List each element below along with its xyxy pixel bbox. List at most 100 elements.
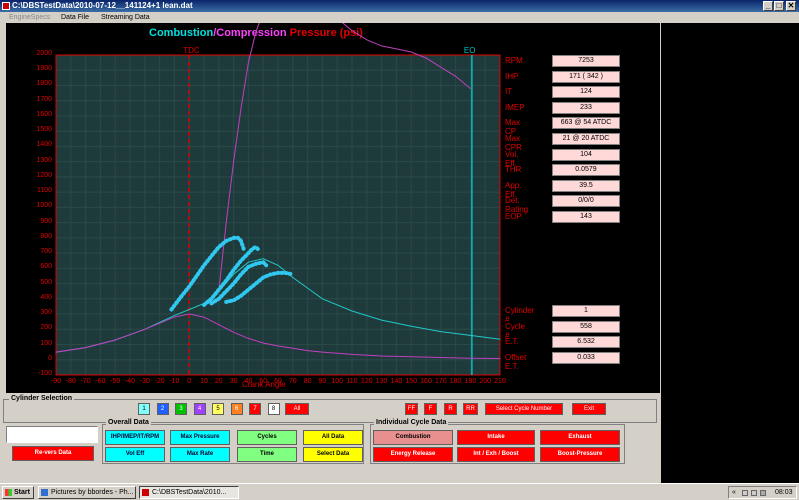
cylinder-2-button[interactable]: 2 [156, 403, 169, 415]
boost-pressure-button[interactable]: Boost-Pressure [540, 447, 620, 462]
max-rate-button[interactable]: Max Rate [170, 447, 230, 462]
taskbar-item-label: C:\DBSTestData\2010... [152, 489, 227, 496]
y-tick-label: 1100 [36, 187, 52, 195]
all-data-button[interactable]: All Data [303, 430, 363, 445]
readout-top-value: 171 ( 342 ) [552, 70, 620, 83]
browser-icon [41, 489, 48, 496]
max-pressure-button[interactable]: Max Pressure [170, 430, 230, 445]
menu-data-file[interactable]: Data File [61, 12, 89, 23]
select-cycle-number-button[interactable]: Select Cycle Number [485, 403, 563, 415]
tray-expand-icon[interactable]: « [732, 487, 736, 498]
select-data-button[interactable]: Select Data [303, 447, 363, 462]
time-button[interactable]: Time [237, 447, 297, 462]
maximize-button[interactable]: □ [774, 1, 784, 11]
y-tick-label: 1500 [36, 126, 52, 134]
x-tick-label: 170 [434, 378, 447, 385]
cycles-button[interactable]: Cycles [237, 430, 297, 445]
menu-bar: EngineSpecs Data File Streaming Data [0, 12, 799, 23]
x-tick-label: -70 [80, 378, 91, 385]
y-tick-label: 1800 [36, 80, 52, 88]
readout-top-value: 21 @ 20 ATDC [552, 133, 620, 145]
y-tick-label: 1000 [36, 202, 52, 210]
y-tick-label: 1600 [36, 110, 52, 118]
x-tick-label: 90 [318, 378, 327, 385]
x-tick-label: -10 [169, 378, 180, 385]
y-tick-label: 100 [40, 339, 52, 347]
cylinder-3-button[interactable]: 3 [175, 403, 187, 415]
exhaust-button[interactable]: Exhaust [540, 430, 620, 445]
readout-top-label: IT [505, 87, 513, 97]
app-icon [2, 2, 10, 10]
x-tick-label: -90 [50, 378, 62, 385]
x-tick-label: 10 [200, 378, 208, 385]
x-tick-label: 160 [420, 378, 432, 385]
reverse-button[interactable]: R [444, 403, 457, 415]
intake-button[interactable]: Intake [457, 430, 535, 445]
x-tick-label: 180 [449, 378, 462, 385]
cylinder-8-button[interactable]: 8 [267, 403, 280, 415]
network-icon[interactable] [742, 490, 748, 496]
y-tick-label: 900 [40, 217, 52, 225]
window-title: C:\DBSTestData\2010-07-12__141124+1 lean… [12, 1, 193, 10]
ihp-imep-it-rpm-button[interactable]: IHP/IMEP/IT/RPM [105, 430, 165, 445]
energy-release-button[interactable]: Energy Release [373, 447, 453, 462]
cylinder-4-button[interactable]: 4 [193, 403, 206, 415]
menu-streaming-data[interactable]: Streaming Data [101, 12, 150, 23]
x-tick-label: 190 [464, 378, 477, 385]
volume-icon[interactable] [751, 490, 757, 496]
taskbar-item-dbs[interactable]: C:\DBSTestData\2010... [139, 486, 239, 499]
int-exh-boost-button[interactable]: Int / Exh / Boost [457, 447, 535, 462]
x-tick-label: 30 [229, 378, 238, 385]
taskbar-item-photobucket[interactable]: Pictures by bbordes - Ph... [38, 486, 136, 499]
readout-bottom-label: E.T. [505, 337, 519, 347]
cycle-input[interactable] [6, 426, 98, 443]
individual-cycle-data-title: Individual Cycle Data [374, 419, 449, 426]
cylinder-all-button[interactable]: All [285, 403, 309, 415]
menu-engine-specs[interactable]: EngineSpecs [9, 12, 50, 23]
minimize-button[interactable]: _ [763, 1, 773, 11]
x-tick-label: -20 [154, 378, 165, 385]
application-window: C:\DBSTestData\2010-07-12__141124+1 lean… [0, 0, 799, 500]
forward-button[interactable]: F [424, 403, 437, 415]
y-tick-label: 1700 [36, 95, 52, 103]
title-bar[interactable]: C:\DBSTestData\2010-07-12__141124+1 lean… [0, 0, 799, 12]
x-tick-label: 130 [375, 378, 388, 385]
readout-top-value: 663 @ 54 ATDC [552, 117, 620, 130]
y-tick-label: 300 [40, 309, 52, 317]
y-tick-label: 600 [40, 263, 52, 271]
x-tick-label: 100 [331, 378, 344, 385]
eo-marker-label: EO [464, 46, 476, 55]
taskbar-item-label: Pictures by bbordes - Ph... [51, 489, 134, 496]
cylinder-6-button[interactable]: 6 [230, 403, 243, 415]
readout-top-value: 39.5 [552, 179, 620, 192]
tdc-marker-label: TDC [183, 46, 200, 55]
cylinder-1-button[interactable]: 1 [138, 403, 150, 415]
fast-reverse-button[interactable]: RR [463, 403, 478, 415]
readout-top-value: 124 [552, 86, 620, 99]
x-tick-label: 80 [303, 378, 312, 385]
close-button[interactable]: ✕ [786, 1, 796, 11]
readout-top-value: 0/0/0 [552, 195, 620, 208]
fast-forward-button[interactable]: FF [405, 403, 418, 415]
vol-eff-button[interactable]: Vol Eff [105, 447, 165, 462]
readout-bottom-value: 0.033 [552, 351, 620, 364]
readout-top-label: RPM [505, 56, 523, 65]
reverse-data-button[interactable]: Re-vers Data [12, 446, 94, 461]
cylinder-7-button[interactable]: 7 [249, 403, 261, 415]
x-tick-label: 200 [479, 378, 492, 385]
combustion-button[interactable]: Combustion [373, 430, 453, 445]
x-tick-label: -40 [124, 378, 136, 385]
taskbar: Start Pictures by bbordes - Ph... C:\DBS… [0, 483, 799, 500]
y-tick-label: 400 [40, 293, 52, 301]
x-tick-label: -80 [65, 378, 76, 385]
y-tick-label: 2000 [36, 50, 52, 57]
cylinder-5-button[interactable]: 5 [212, 403, 224, 415]
readout-bottom-value: 6.532 [552, 336, 620, 349]
readout-top-value: 0.0579 [552, 164, 620, 177]
start-button[interactable]: Start [2, 486, 34, 499]
system-tray: « 08:03 [728, 486, 797, 499]
x-tick-label: -60 [95, 378, 106, 385]
exit-button[interactable]: Exit [572, 403, 606, 415]
readout-top-value: 143 [552, 211, 620, 223]
tray-app-icon[interactable] [760, 490, 766, 496]
